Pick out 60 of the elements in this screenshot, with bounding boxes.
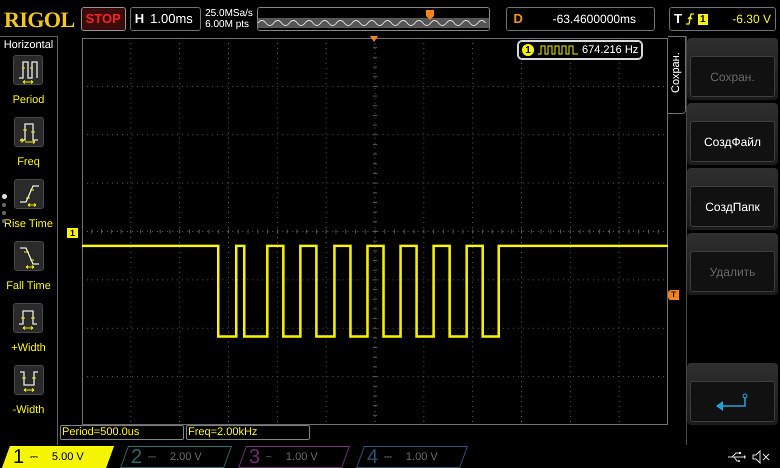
measure-button[interactable] bbox=[13, 303, 44, 333]
coupling-symbol: ⎓ bbox=[30, 450, 38, 464]
timebase-label: H bbox=[134, 10, 144, 28]
trigger-level: -6.30 V bbox=[732, 11, 771, 28]
channel-scale: 2.00 V bbox=[170, 449, 202, 464]
frequency-value: 674.216 Hz bbox=[582, 42, 638, 58]
channel-tab[interactable]: 2 ⎓ 2.00 V bbox=[120, 446, 232, 468]
softkey-button[interactable]: СоздПапк bbox=[690, 186, 775, 227]
measure-label: +Width bbox=[11, 341, 46, 356]
usb-icon bbox=[728, 452, 746, 462]
channel-badge: 1 bbox=[522, 44, 534, 56]
menu-tab[interactable]: Сохран. bbox=[668, 36, 686, 114]
measure-button[interactable] bbox=[14, 117, 44, 147]
measure-button[interactable] bbox=[14, 241, 44, 271]
measure-label: Period bbox=[12, 93, 44, 108]
measure-button[interactable] bbox=[14, 365, 44, 395]
measure-button[interactable] bbox=[14, 179, 44, 209]
speaker-muted-icon bbox=[752, 450, 770, 464]
measurement-result: Period=500.0us bbox=[60, 425, 184, 440]
channel-number: 2 bbox=[131, 446, 142, 466]
softkey-button[interactable]: СоздФайл bbox=[690, 121, 775, 162]
memory-depth: 6.00M pts bbox=[205, 19, 250, 30]
sample-rate: 25.0MSa/s bbox=[205, 8, 253, 19]
trigger-position-icon bbox=[370, 36, 378, 42]
measure-label: Fall Time bbox=[6, 279, 51, 294]
channel-scale: 1.00 V bbox=[406, 449, 438, 464]
channel-scale: 5.00 V bbox=[52, 449, 84, 464]
coupling-symbol: ⎓ bbox=[384, 450, 392, 464]
run-status[interactable]: STOP bbox=[80, 7, 126, 31]
menu-title: Horizontal bbox=[4, 39, 54, 52]
square-wave-icon bbox=[538, 45, 578, 55]
channel-number: 1 bbox=[13, 446, 24, 466]
memory-waveform-icon bbox=[258, 18, 490, 28]
measure-label: Freq bbox=[17, 155, 40, 170]
channel-number: 3 bbox=[249, 446, 260, 466]
trigger-box[interactable]: T 1 -6.30 V bbox=[669, 7, 776, 31]
measurement-result: Freq=2.00kHz bbox=[186, 425, 310, 440]
back-button[interactable] bbox=[690, 381, 775, 422]
channel-marker: 1 bbox=[67, 228, 78, 238]
channel-number: 4 bbox=[367, 446, 378, 466]
measure-label: -Width bbox=[12, 403, 44, 418]
timebase-box[interactable]: H 1.00ms bbox=[130, 7, 202, 31]
trigger-source-badge: 1 bbox=[698, 14, 708, 24]
delay-label: D bbox=[513, 10, 523, 28]
trigger-position-icon bbox=[426, 10, 434, 20]
delay-value: -63.4600000ms bbox=[552, 11, 636, 28]
channel-tab[interactable]: 1 ⎓ 5.00 V bbox=[2, 446, 114, 468]
coupling-symbol: ⎓ bbox=[148, 450, 156, 464]
measure-label: Rise Time bbox=[4, 217, 53, 232]
coupling-symbol: ~ bbox=[266, 450, 272, 464]
trigger-label: T bbox=[674, 10, 682, 28]
channel-tab[interactable]: 4 ⎓ 1.00 V bbox=[356, 446, 468, 468]
rising-edge-icon bbox=[686, 13, 694, 25]
measure-button[interactable] bbox=[13, 55, 44, 85]
trigger-level-marker: T bbox=[668, 290, 679, 300]
delay-box[interactable]: D -63.4600000ms bbox=[506, 7, 656, 31]
channel-scale: 1.00 V bbox=[286, 449, 318, 464]
timebase-value: 1.00ms bbox=[150, 10, 193, 28]
logo: RIGOL bbox=[4, 6, 75, 34]
channel-tab[interactable]: 3 ~ 1.00 V bbox=[238, 446, 350, 468]
